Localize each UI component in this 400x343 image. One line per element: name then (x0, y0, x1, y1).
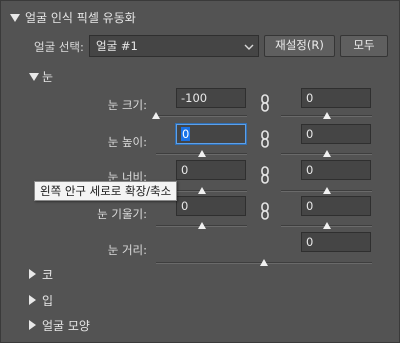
nose-collapse-icon[interactable] (29, 269, 36, 279)
face-select-label: 얼굴 선택: (34, 40, 84, 54)
panel-title[interactable]: 얼굴 인식 픽셀 유동화 (25, 9, 136, 26)
eye-size-right-slider-thumb[interactable] (322, 112, 331, 119)
eye-height-right-input[interactable]: 0 (301, 124, 371, 144)
nose-section-title[interactable]: 코 (42, 266, 53, 283)
eye-tilt-left-input[interactable]: 0 (176, 196, 246, 216)
face-shape-collapse-icon[interactable] (29, 320, 36, 330)
eye-height-label: 눈 높이: (107, 135, 147, 149)
eye-distance-input[interactable]: 0 (301, 232, 371, 252)
eye-height-left-input[interactable]: 0 (176, 124, 246, 144)
eyes-section-title[interactable]: 눈 (42, 68, 53, 85)
face-shape-section-title[interactable]: 얼굴 모양 (42, 317, 90, 334)
face-select-value: 얼굴 #1 (96, 39, 138, 53)
eye-width-right-input[interactable]: 0 (301, 160, 371, 180)
all-button[interactable]: 모두 (340, 35, 388, 57)
eye-tilt-label: 눈 기울기: (97, 207, 147, 221)
face-aware-liquify-panel: 얼굴 인식 픽셀 유동화 얼굴 선택: 얼굴 #1 재설정(R) 모두 눈 눈 … (0, 0, 400, 343)
chevron-down-icon (244, 44, 254, 50)
eye-height-right-slider-thumb[interactable] (322, 150, 331, 157)
eye-width-left-slider-thumb[interactable] (197, 187, 206, 194)
tooltip: 왼쪽 안구 세로로 확장/축소 (34, 181, 178, 201)
eye-width-right-slider-thumb[interactable] (322, 187, 331, 194)
eye-distance-label: 눈 거리: (107, 243, 147, 257)
link-chain-icon[interactable] (259, 202, 271, 220)
eyes-expand-icon[interactable] (29, 73, 39, 81)
eye-size-label: 눈 크기: (107, 98, 147, 112)
mouth-collapse-icon[interactable] (29, 295, 36, 305)
reset-button[interactable]: 재설정(R) (264, 35, 335, 57)
face-select-dropdown[interactable]: 얼굴 #1 (89, 35, 259, 57)
mouth-section-title[interactable]: 입 (42, 292, 53, 309)
eye-size-right-input[interactable]: 0 (301, 88, 371, 108)
panel-expand-icon[interactable] (10, 14, 20, 22)
eye-tilt-right-slider-thumb[interactable] (322, 222, 331, 229)
link-chain-icon[interactable] (259, 130, 271, 148)
eye-width-left-input[interactable]: 0 (176, 160, 246, 180)
eye-tilt-right-input[interactable]: 0 (301, 196, 371, 216)
link-chain-icon[interactable] (259, 166, 271, 184)
link-chain-icon[interactable] (259, 94, 271, 112)
eye-size-left-input[interactable]: -100 (176, 88, 246, 108)
eye-tilt-left-slider-thumb[interactable] (197, 222, 206, 229)
eye-size-left-slider-thumb[interactable] (152, 112, 160, 119)
eye-height-left-slider-thumb[interactable] (197, 150, 206, 157)
eye-height-left-value: 0 (181, 127, 191, 141)
eye-distance-slider-thumb[interactable] (260, 259, 268, 266)
eye-size-left-slider[interactable] (156, 115, 247, 117)
